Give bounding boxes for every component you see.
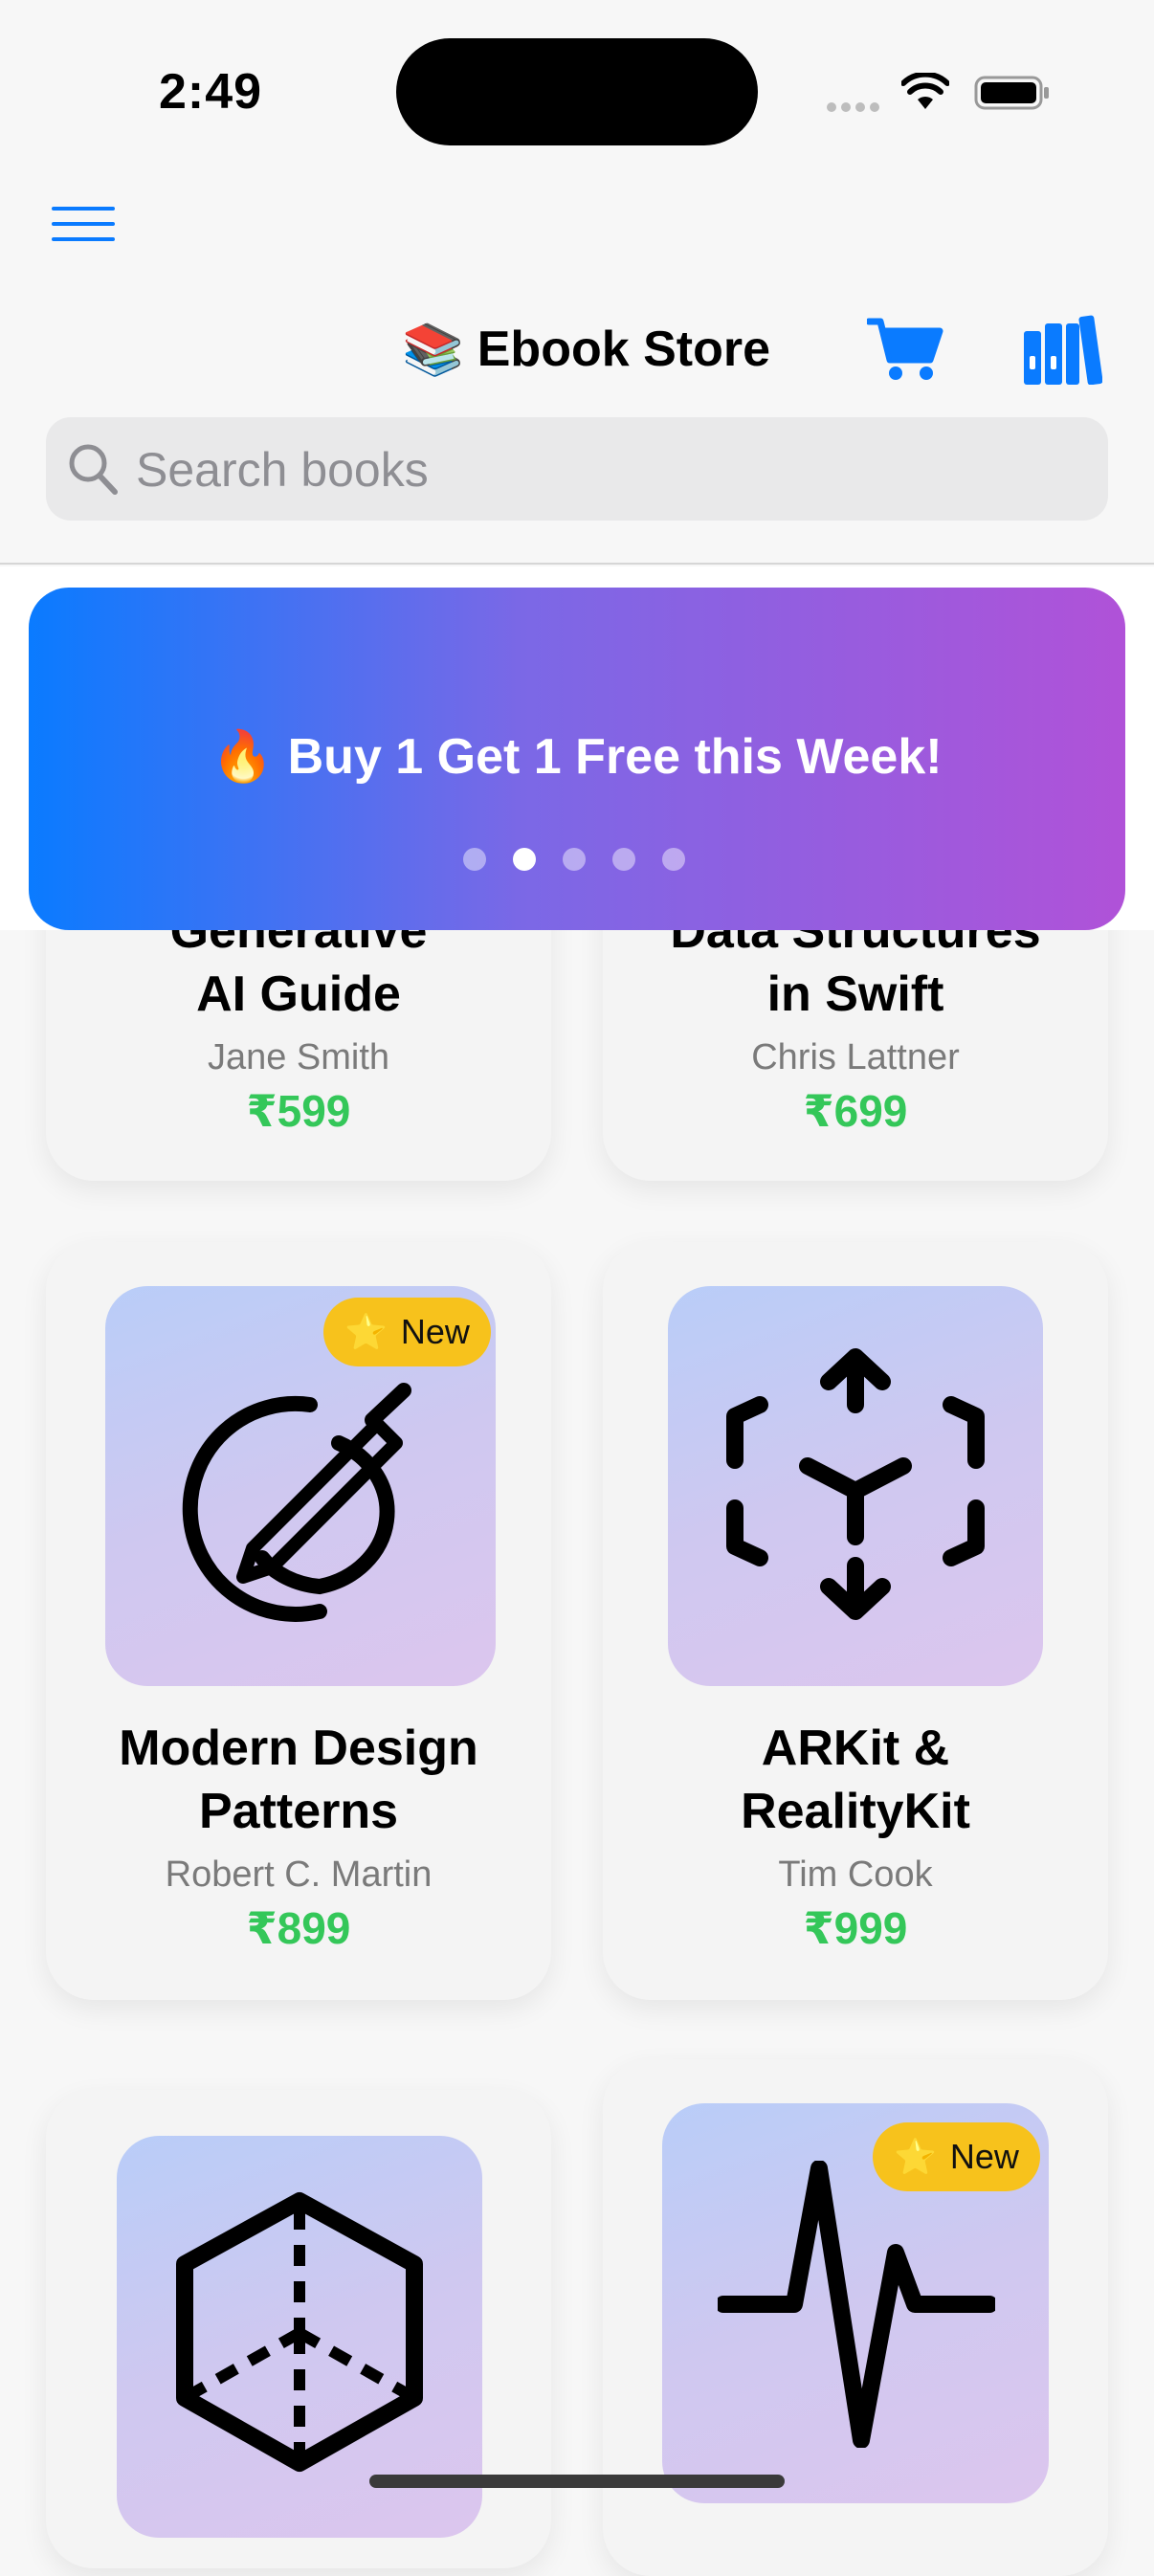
search-input[interactable]	[134, 429, 1076, 511]
pencil-circle-icon	[182, 1383, 411, 1622]
book-author: Chris Lattner	[751, 1037, 960, 1077]
ar-arrows-cube-icon	[726, 1348, 985, 1620]
battery-icon	[974, 76, 1049, 110]
page-indicator[interactable]	[463, 848, 685, 873]
home-indicator[interactable]	[369, 2475, 785, 2488]
book-title-line2: Patterns	[198, 1784, 399, 1839]
book-price: ₹999	[803, 1903, 908, 1953]
book-card[interactable]: ARKit & RealityKit Tim Cook ₹999	[603, 1242, 1108, 2000]
book-title-line2: RealityKit	[741, 1784, 970, 1839]
book-title-line1: Modern Design	[119, 1721, 478, 1776]
book-price: ₹599	[246, 1086, 351, 1136]
page-dot[interactable]	[463, 848, 486, 871]
book-author: Robert C. Martin	[165, 1854, 433, 1895]
promo-text: 🔥 Buy 1 Get 1 Free this Week!	[0, 727, 1154, 786]
book-title-line1: ARKit &	[761, 1721, 950, 1776]
new-badge: ⭐ New	[323, 1298, 491, 1366]
promo-text-label: Buy 1 Get 1 Free this Week!	[287, 729, 943, 785]
header-divider	[0, 563, 1154, 565]
book-card[interactable]: ⭐ New Modern Design Patterns Robert C. M…	[46, 1242, 551, 2000]
new-badge: ⭐ New	[873, 2122, 1040, 2191]
book-title-line2: in Swift	[766, 966, 944, 1022]
page-title-text: Ebook Store	[477, 322, 771, 377]
page-dot-active[interactable]	[513, 848, 536, 871]
library-books-icon[interactable]	[1024, 314, 1102, 385]
cellular-signal-icon	[827, 100, 884, 113]
waveform-icon	[718, 2161, 995, 2448]
books-emoji-icon: 📚	[402, 322, 464, 378]
page-dot[interactable]	[612, 848, 635, 871]
star-icon: ⭐	[344, 1312, 388, 1351]
status-time: 2:49	[159, 64, 263, 120]
book-card[interactable]: ⭐ New	[603, 2059, 1108, 2576]
menu-icon[interactable]	[52, 207, 115, 241]
book-author: Jane Smith	[207, 1037, 390, 1077]
star-icon: ⭐	[894, 2137, 937, 2176]
page-dot[interactable]	[563, 848, 586, 871]
book-price: ₹699	[803, 1086, 908, 1136]
cube-icon	[176, 2192, 423, 2472]
page-title: 📚 Ebook Store	[402, 316, 770, 383]
wifi-icon	[901, 73, 949, 109]
book-cover	[668, 1286, 1043, 1686]
book-author: Tim Cook	[778, 1854, 933, 1895]
book-card[interactable]	[46, 2090, 551, 2568]
dynamic-island	[396, 38, 758, 145]
page-dot[interactable]	[662, 848, 685, 871]
book-price: ₹899	[246, 1903, 351, 1953]
fire-emoji-icon: 🔥	[211, 729, 275, 785]
new-badge-label: New	[400, 1312, 470, 1351]
new-badge-label: New	[949, 2137, 1019, 2176]
cart-icon[interactable]	[867, 316, 943, 383]
search-icon	[69, 444, 118, 495]
book-title-line2: AI Guide	[196, 966, 401, 1022]
